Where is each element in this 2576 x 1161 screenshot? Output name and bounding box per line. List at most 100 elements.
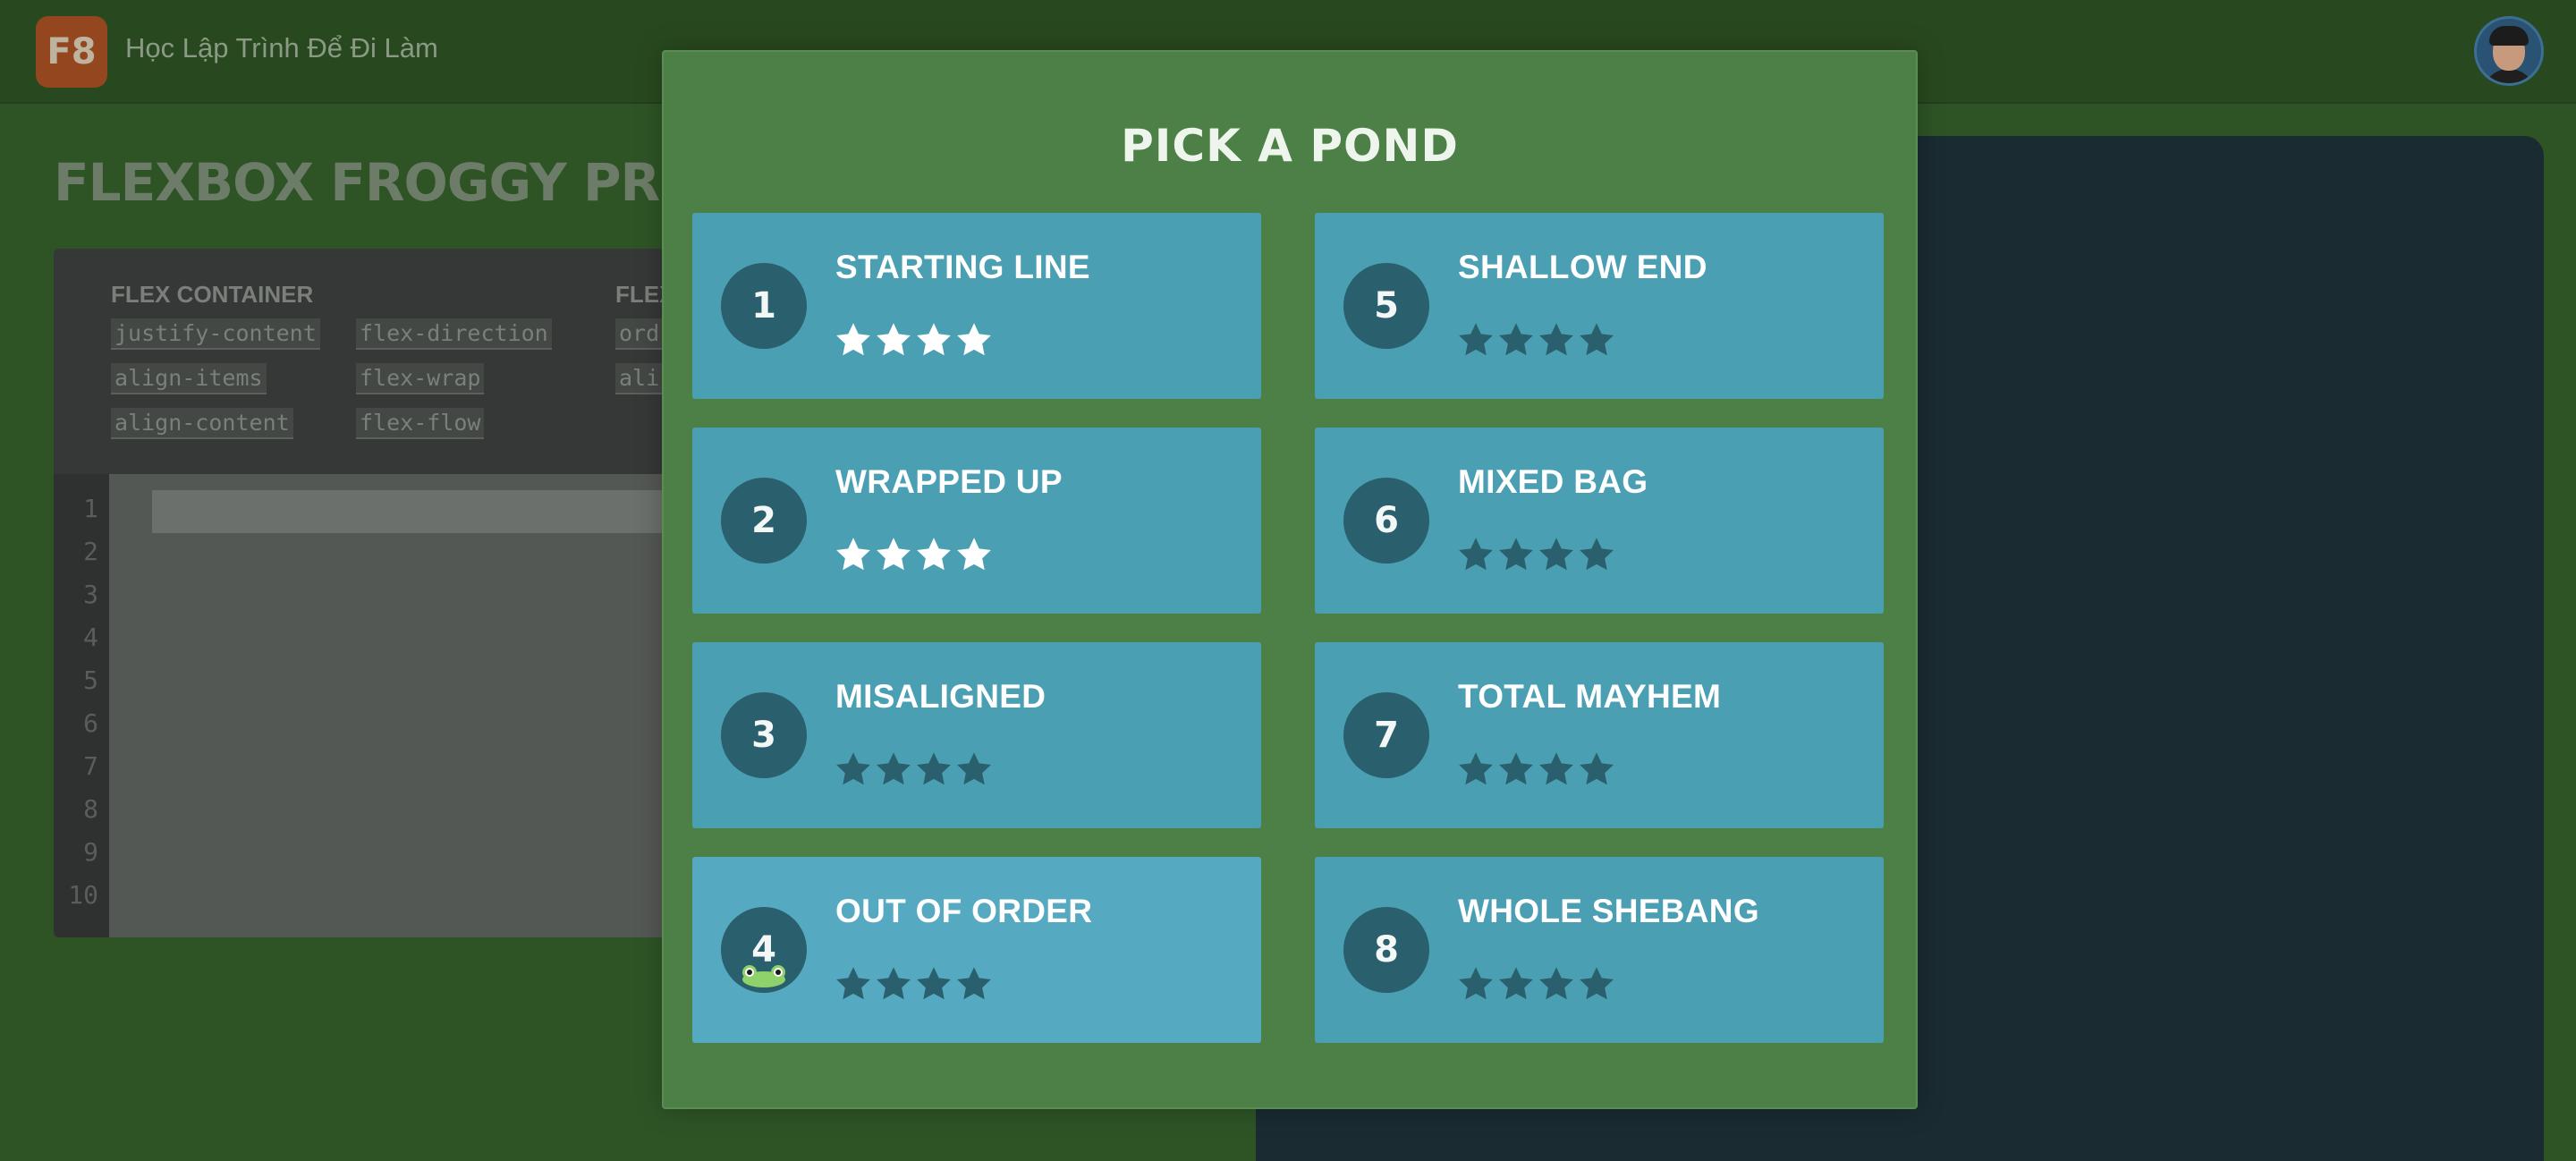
star-rating bbox=[834, 320, 995, 361]
line-number: 3 bbox=[83, 580, 98, 609]
star-filled-icon bbox=[954, 320, 994, 360]
star-rating bbox=[834, 535, 995, 576]
star-filled-icon bbox=[914, 535, 953, 574]
level-card[interactable]: 1 STARTING LINE bbox=[692, 213, 1261, 399]
star-empty-icon bbox=[1496, 535, 1536, 574]
property-reference: FLEX CONTAINER justify-content flex-dire… bbox=[54, 249, 698, 474]
star-empty-icon bbox=[1496, 964, 1536, 1004]
star-empty-icon bbox=[1456, 320, 1496, 360]
level-number-badge: 1 bbox=[721, 263, 807, 349]
line-number: 4 bbox=[83, 623, 98, 652]
star-empty-icon bbox=[1496, 320, 1536, 360]
line-number: 10 bbox=[68, 880, 98, 910]
level-number-badge: 4 bbox=[721, 907, 807, 993]
level-name: OUT OF ORDER bbox=[835, 893, 1093, 929]
line-number: 2 bbox=[83, 537, 98, 566]
level-name: STARTING LINE bbox=[835, 249, 1090, 285]
prop-chip[interactable]: ord bbox=[615, 318, 664, 350]
line-number: 6 bbox=[83, 708, 98, 738]
line-number: 1 bbox=[83, 494, 98, 523]
code-area bbox=[109, 474, 698, 937]
level-card[interactable]: 6 MIXED BAG bbox=[1315, 428, 1884, 614]
level-number-badge: 8 bbox=[1343, 907, 1429, 993]
level-card[interactable]: 4 OUT OF ORDER bbox=[692, 857, 1261, 1043]
star-empty-icon bbox=[1537, 535, 1576, 574]
star-empty-icon bbox=[1577, 320, 1616, 360]
line-number: 5 bbox=[83, 665, 98, 695]
level-card[interactable]: 8 WHOLE SHEBANG bbox=[1315, 857, 1884, 1043]
level-card[interactable]: 2 WRAPPED UP bbox=[692, 428, 1261, 614]
star-rating bbox=[1456, 535, 1617, 576]
star-empty-icon bbox=[834, 964, 873, 1004]
level-number: 2 bbox=[751, 500, 776, 541]
star-empty-icon bbox=[1496, 750, 1536, 789]
avatar[interactable] bbox=[2474, 16, 2544, 86]
prop-chip[interactable]: flex-wrap bbox=[356, 363, 485, 394]
game-title: FLEXBOX FROGGY PRO bbox=[54, 152, 703, 213]
star-empty-icon bbox=[874, 964, 913, 1004]
star-filled-icon bbox=[834, 535, 873, 574]
level-name: MISALIGNED bbox=[835, 678, 1046, 715]
star-filled-icon bbox=[954, 535, 994, 574]
level-name: MIXED BAG bbox=[1458, 463, 1648, 500]
star-rating bbox=[834, 964, 995, 1005]
star-filled-icon bbox=[914, 320, 953, 360]
star-empty-icon bbox=[874, 750, 913, 789]
level-card[interactable]: 3 MISALIGNED bbox=[692, 642, 1261, 828]
flex-container-heading: FLEX CONTAINER bbox=[111, 281, 314, 308]
line-number: 7 bbox=[83, 751, 98, 781]
code-input[interactable] bbox=[152, 490, 698, 533]
star-filled-icon bbox=[874, 535, 913, 574]
star-rating bbox=[1456, 750, 1617, 791]
level-number: 3 bbox=[751, 715, 776, 756]
f8-logo[interactable]: F8 bbox=[36, 16, 107, 88]
line-gutter: 1 2 3 4 5 6 7 8 9 10 bbox=[54, 474, 109, 937]
line-number: 8 bbox=[83, 794, 98, 824]
star-empty-icon bbox=[1537, 320, 1576, 360]
prop-chip[interactable]: align-items bbox=[111, 363, 267, 394]
prop-chip[interactable]: justify-content bbox=[111, 318, 320, 350]
level-number-badge: 2 bbox=[721, 478, 807, 564]
prop-chip[interactable]: flex-flow bbox=[356, 408, 485, 439]
star-empty-icon bbox=[954, 750, 994, 789]
level-number: 8 bbox=[1374, 929, 1399, 970]
star-empty-icon bbox=[1577, 750, 1616, 789]
prop-chip[interactable]: align-content bbox=[111, 408, 293, 439]
level-name: WHOLE SHEBANG bbox=[1458, 893, 1759, 929]
prop-chip[interactable]: ali bbox=[615, 363, 664, 394]
frog-icon bbox=[741, 964, 787, 987]
level-picker-modal: PICK A POND 1 STARTING LINE 5 SHALLOW EN… bbox=[662, 50, 1918, 1109]
line-number: 9 bbox=[83, 837, 98, 867]
star-empty-icon bbox=[1577, 535, 1616, 574]
prop-chip[interactable]: flex-direction bbox=[356, 318, 552, 350]
site-title[interactable]: Học Lập Trình Để Đi Làm bbox=[125, 32, 438, 64]
star-rating bbox=[1456, 320, 1617, 361]
star-empty-icon bbox=[914, 750, 953, 789]
star-filled-icon bbox=[874, 320, 913, 360]
level-name: TOTAL MAYHEM bbox=[1458, 678, 1722, 715]
level-number-badge: 3 bbox=[721, 692, 807, 778]
star-filled-icon bbox=[834, 320, 873, 360]
level-number-badge: 5 bbox=[1343, 263, 1429, 349]
level-number: 5 bbox=[1374, 285, 1399, 326]
star-empty-icon bbox=[1537, 750, 1576, 789]
star-rating bbox=[1456, 964, 1617, 1005]
star-empty-icon bbox=[914, 964, 953, 1004]
star-empty-icon bbox=[1537, 964, 1576, 1004]
level-number-badge: 6 bbox=[1343, 478, 1429, 564]
level-number: 1 bbox=[751, 285, 776, 326]
star-empty-icon bbox=[954, 964, 994, 1004]
level-name: WRAPPED UP bbox=[835, 463, 1063, 500]
level-card[interactable]: 5 SHALLOW END bbox=[1315, 213, 1884, 399]
modal-title: PICK A POND bbox=[1121, 120, 1459, 172]
level-number: 7 bbox=[1374, 715, 1399, 756]
star-empty-icon bbox=[1577, 964, 1616, 1004]
star-empty-icon bbox=[1456, 964, 1496, 1004]
level-card[interactable]: 7 TOTAL MAYHEM bbox=[1315, 642, 1884, 828]
level-number-badge: 7 bbox=[1343, 692, 1429, 778]
star-rating bbox=[834, 750, 995, 791]
level-name: SHALLOW END bbox=[1458, 249, 1707, 285]
star-empty-icon bbox=[834, 750, 873, 789]
code-editor: FLEX CONTAINER justify-content flex-dire… bbox=[54, 249, 698, 937]
star-empty-icon bbox=[1456, 750, 1496, 789]
